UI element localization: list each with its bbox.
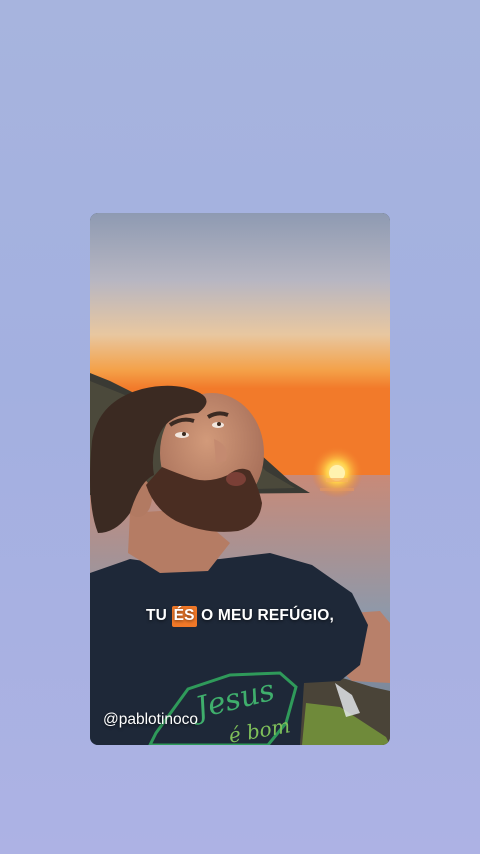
lyrics-caption: TU ÉS O MEU REFÚGIO, — [90, 606, 390, 627]
creator-handle[interactable]: @pablotinoco — [103, 711, 198, 729]
caption-text-after: O MEU REFÚGIO, — [196, 607, 334, 624]
caption-highlight-word: ÉS — [171, 606, 197, 627]
video-frame: Jesus é bom — [90, 213, 390, 745]
caption-text-before: TU — [146, 607, 172, 624]
story-video-card[interactable]: Jesus é bom TU ÉS O MEU REFÚGIO, @pablot… — [90, 213, 390, 745]
